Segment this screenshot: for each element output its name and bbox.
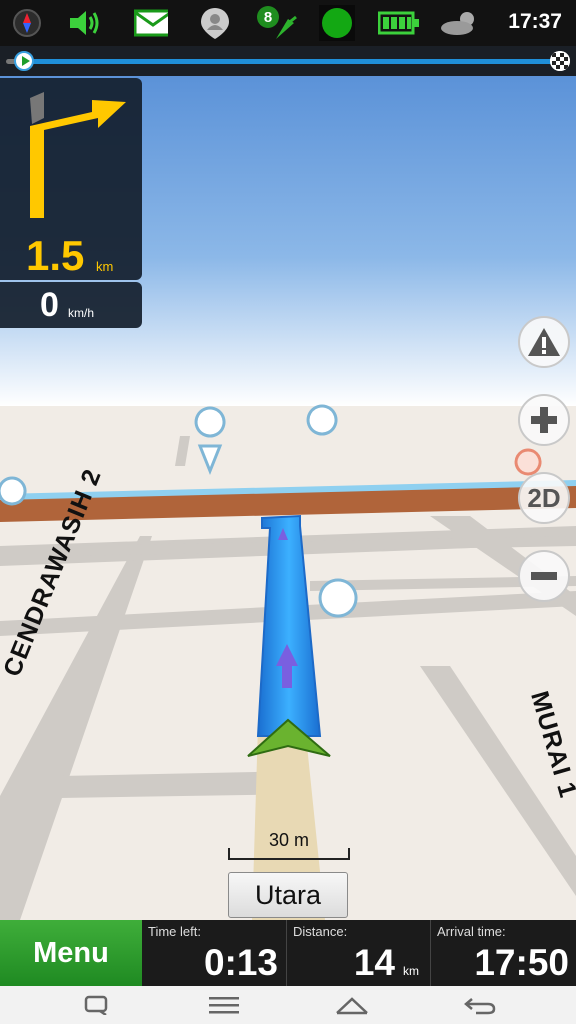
satellite-icon: 8 [256, 6, 300, 40]
time-left-value: 0:13 [203, 942, 278, 983]
volume-icon [68, 6, 102, 40]
current-street-button[interactable]: Utara [228, 872, 348, 918]
view-mode-button[interactable]: 2D [518, 472, 570, 524]
compass-icon [10, 6, 44, 40]
plus-icon [531, 407, 557, 433]
time-left-panel[interactable]: Time left: 0:13 [142, 920, 286, 986]
warning-icon [528, 328, 560, 356]
route-start-icon [14, 51, 34, 71]
time-left-label: Time left: [148, 924, 201, 939]
distance-label: Distance: [293, 924, 348, 939]
zoom-out-button[interactable] [518, 550, 570, 602]
distance-unit: km [403, 964, 419, 978]
arrival-value: 17:50 [474, 942, 569, 983]
trip-info-bar[interactable]: Time left: 0:13 Distance: 14 km Arrival … [142, 920, 576, 986]
battery-icon [378, 6, 420, 40]
menu-icon[interactable] [204, 992, 244, 1018]
system-navigation-bar [0, 986, 576, 1024]
mail-icon [134, 6, 168, 40]
minus-icon [531, 572, 557, 580]
recent-apps-icon[interactable] [76, 992, 116, 1018]
back-icon[interactable] [460, 992, 500, 1018]
turn-right-arrow-icon [30, 92, 126, 218]
contact-icon [198, 6, 232, 40]
weather-icon [436, 6, 484, 40]
progress-remaining [22, 59, 554, 64]
home-icon[interactable] [332, 992, 372, 1018]
arrival-panel[interactable]: Arrival time: 17:50 [430, 920, 576, 986]
report-warning-button[interactable] [518, 316, 570, 368]
distance-value: 14 [353, 942, 395, 983]
map-scale-bar [228, 848, 350, 860]
speed-panel [0, 282, 142, 328]
gps-status-icon [318, 5, 356, 41]
maneuver-distance: 1.5 [26, 232, 85, 279]
maneuver-distance-unit: km [96, 259, 114, 274]
status-clock: 17:37 [508, 10, 562, 33]
current-speed: 0 [40, 286, 59, 324]
route-finish-flag-icon [550, 51, 570, 71]
arrival-label: Arrival time: [437, 924, 506, 939]
zoom-in-button[interactable] [518, 394, 570, 446]
route-progress-bar [0, 46, 576, 76]
satellite-count: 8 [264, 9, 272, 26]
status-bar: 8 17:37 [0, 0, 576, 46]
distance-panel[interactable]: Distance: 14 km [286, 920, 431, 986]
menu-button[interactable]: Menu [0, 920, 142, 986]
speed-unit: km/h [68, 306, 95, 320]
view-mode-label: 2D [527, 482, 561, 513]
